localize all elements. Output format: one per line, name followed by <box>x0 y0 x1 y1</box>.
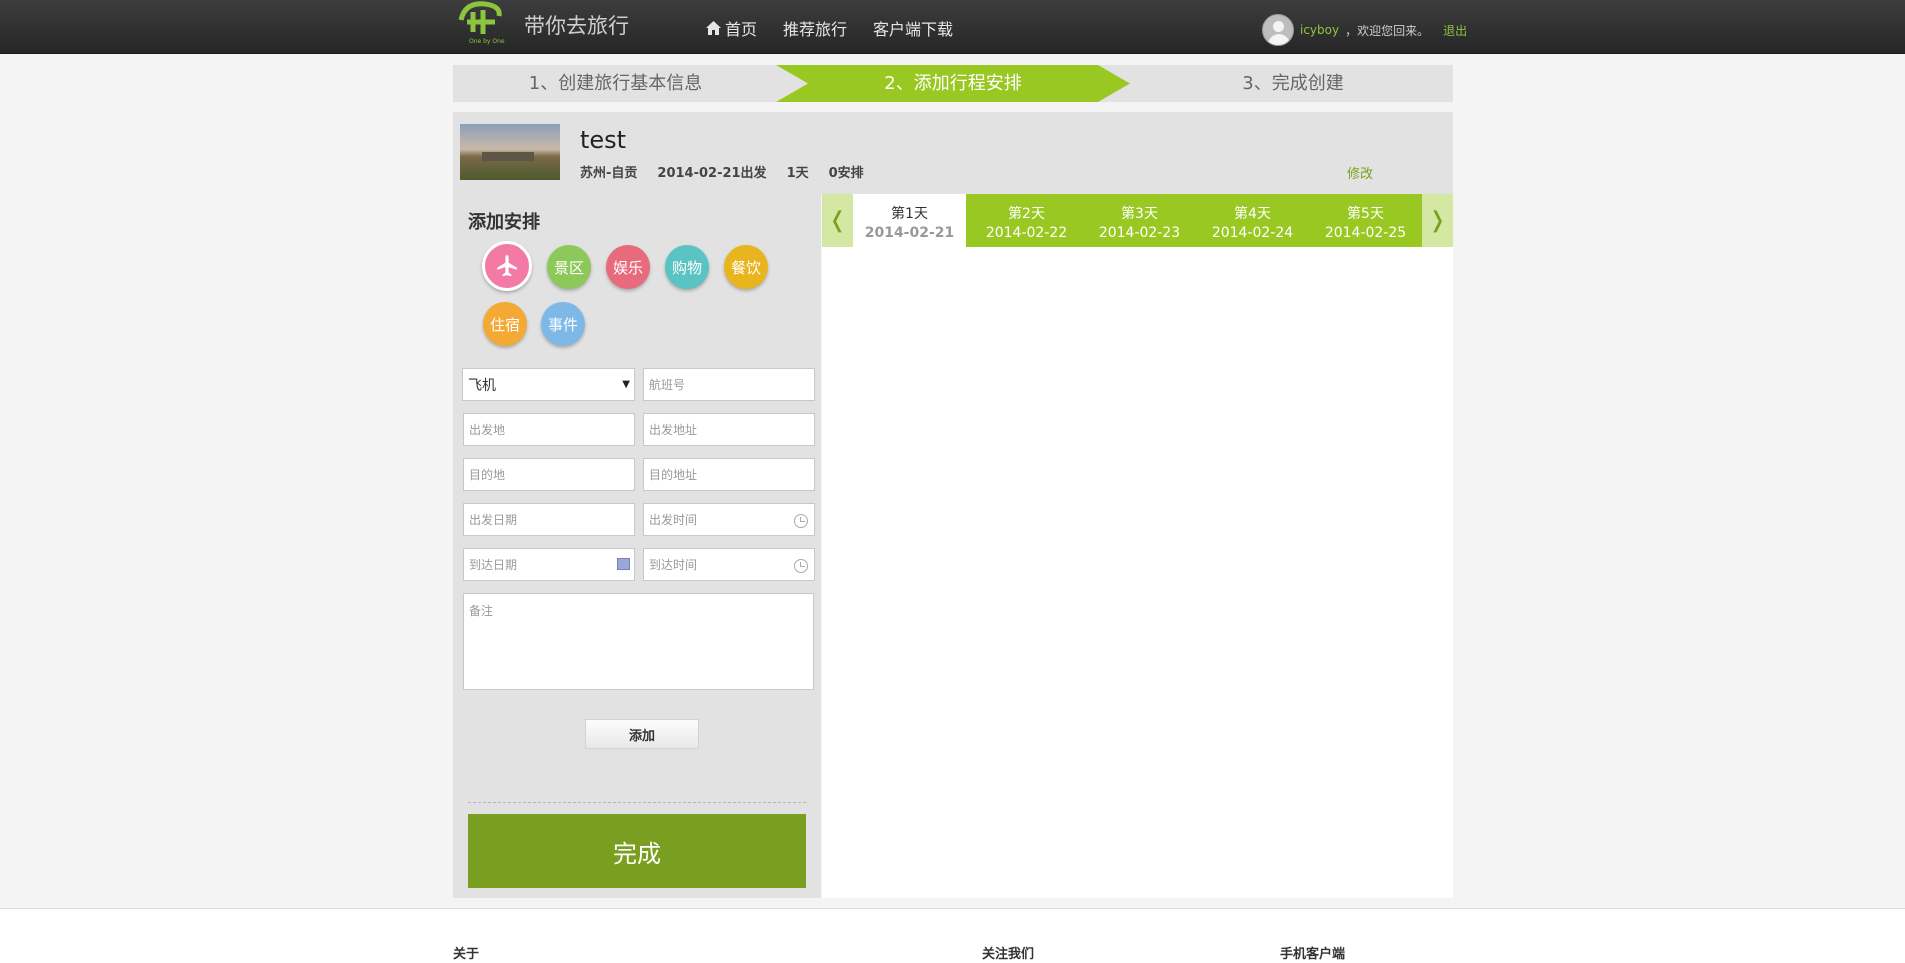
avatar[interactable] <box>1262 14 1294 46</box>
flight-number-input[interactable]: 航班号 <box>643 368 815 401</box>
day-date: 2014-02-24 <box>1211 225 1294 241</box>
arrival-time-input[interactable]: 到达时间 <box>643 548 815 581</box>
category-dining[interactable]: 餐饮 <box>724 245 768 289</box>
step-3: 3、完成创建 <box>1242 73 1344 94</box>
finish-button[interactable]: 完成 <box>468 814 806 888</box>
svg-text:One by One: One by One <box>469 38 505 45</box>
departure-address-input[interactable]: 出发地址 <box>643 413 815 446</box>
site-logo[interactable]: One by One <box>455 0 515 46</box>
clock-icon[interactable] <box>794 514 808 528</box>
prev-day-arrow-icon[interactable]: ❬ <box>822 194 853 247</box>
arrival-time-placeholder: 到达时间 <box>649 558 698 572</box>
itinerary-panel: ❬ 第1天 2014-02-21 第2天 2014-02-22 第3天 2014… <box>822 194 1453 898</box>
next-day-arrow-icon[interactable]: ❭ <box>1422 194 1453 247</box>
day-date: 2014-02-23 <box>1098 225 1181 241</box>
trip-departure: 2014-02-21出发 <box>657 166 767 181</box>
add-arrangement-panel: 添加安排 景区 娱乐 购物 餐饮 住宿 事件 飞机 ▼ 航班号 出发地 出发地址… <box>453 194 821 898</box>
category-shopping[interactable]: 购物 <box>665 245 709 289</box>
divider <box>468 802 806 803</box>
trip-days: 1天 <box>786 166 809 181</box>
clock-icon[interactable] <box>794 559 808 573</box>
nav-home-label: 首页 <box>725 20 758 39</box>
calendar-icon[interactable] <box>617 558 630 570</box>
day-date: 2014-02-22 <box>985 225 1068 241</box>
logout-link[interactable]: 退出 <box>1443 22 1467 39</box>
day-tabs: ❬ 第1天 2014-02-21 第2天 2014-02-22 第3天 2014… <box>822 194 1453 247</box>
category-entertainment[interactable]: 娱乐 <box>606 245 650 289</box>
tab-day-5[interactable]: 第5天 2014-02-25 <box>1309 194 1422 247</box>
username[interactable]: icyboy <box>1300 23 1339 37</box>
day-label: 第1天 <box>891 206 928 222</box>
trip-route: 苏州-自贡 <box>580 166 638 181</box>
category-scenic[interactable]: 景区 <box>547 245 591 289</box>
top-navbar: One by One 带你去旅行 首页 推荐旅行 客户端下载 icyboy ，欢… <box>0 0 1905 54</box>
site-slogan: 带你去旅行 <box>524 14 629 38</box>
transport-type-select[interactable]: 飞机 ▼ <box>462 368 635 401</box>
destination-address-input[interactable]: 目的地址 <box>643 458 815 491</box>
progress-steps: 1、创建旅行基本信息 2、添加行程安排 3、完成创建 <box>453 65 1453 102</box>
departure-time-input[interactable]: 出发时间 <box>643 503 815 536</box>
step-2-active: 2、添加行程安排 <box>776 65 1130 102</box>
airplane-icon <box>497 255 517 277</box>
category-event[interactable]: 事件 <box>541 302 585 346</box>
footer-follow-us[interactable]: 关注我们 <box>982 943 1034 962</box>
arrival-date-input[interactable]: 到达日期 <box>463 548 635 581</box>
footer-mobile-client[interactable]: 手机客户端 <box>1280 943 1345 962</box>
tab-day-2[interactable]: 第2天 2014-02-22 <box>970 194 1083 247</box>
caret-down-icon: ▼ <box>622 379 630 390</box>
category-flight[interactable] <box>482 241 532 291</box>
nav-client-download[interactable]: 客户端下载 <box>873 16 953 40</box>
tab-day-4[interactable]: 第4天 2014-02-24 <box>1196 194 1309 247</box>
tab-day-1[interactable]: 第1天 2014-02-21 <box>853 194 966 247</box>
tab-day-3[interactable]: 第3天 2014-02-23 <box>1083 194 1196 247</box>
departure-date-placeholder: 出发日期 <box>469 513 518 527</box>
arrival-date-placeholder: 到达日期 <box>469 558 518 572</box>
departure-time-placeholder: 出发时间 <box>649 513 698 527</box>
day-label: 第2天 <box>1008 206 1045 222</box>
user-area: icyboy ，欢迎您回来。 退出 <box>1262 14 1467 46</box>
day-label: 第5天 <box>1347 206 1384 222</box>
footer-about[interactable]: 关于 <box>453 943 479 962</box>
nav-recommended[interactable]: 推荐旅行 <box>783 16 847 40</box>
add-arrangement-title: 添加安排 <box>468 212 540 233</box>
nav-home[interactable]: 首页 <box>706 16 757 40</box>
edit-trip-link[interactable]: 修改 <box>1347 163 1373 182</box>
trip-summary: test 苏州-自贡 2014-02-21出发 1天 0安排 修改 <box>453 112 1453 194</box>
welcome-text: ，欢迎您回来。 <box>1345 23 1430 38</box>
transport-type-value: 飞机 <box>468 377 496 394</box>
destination-input[interactable]: 目的地 <box>463 458 635 491</box>
day-label: 第4天 <box>1234 206 1271 222</box>
departure-place-input[interactable]: 出发地 <box>463 413 635 446</box>
home-icon <box>706 21 721 35</box>
trip-title: test <box>580 126 627 154</box>
footer: 关于 关注我们 手机客户端 <box>0 908 1905 963</box>
note-textarea[interactable]: 备注 <box>463 593 814 690</box>
main-nav: 首页 推荐旅行 客户端下载 <box>706 16 953 40</box>
departure-date-input[interactable]: 出发日期 <box>463 503 635 536</box>
step-2-label: 2、添加行程安排 <box>884 73 1022 94</box>
step-1: 1、创建旅行基本信息 <box>528 73 703 94</box>
day-label: 第3天 <box>1121 206 1158 222</box>
day-date: 2014-02-21 <box>864 225 955 241</box>
category-lodging[interactable]: 住宿 <box>483 302 527 346</box>
add-arrangement-button[interactable]: 添加 <box>585 719 699 749</box>
trip-meta: 苏州-自贡 2014-02-21出发 1天 0安排 <box>580 162 864 181</box>
day-date: 2014-02-25 <box>1324 225 1407 241</box>
trip-cover-image <box>460 124 560 180</box>
trip-arrangement-count: 0安排 <box>828 166 864 181</box>
